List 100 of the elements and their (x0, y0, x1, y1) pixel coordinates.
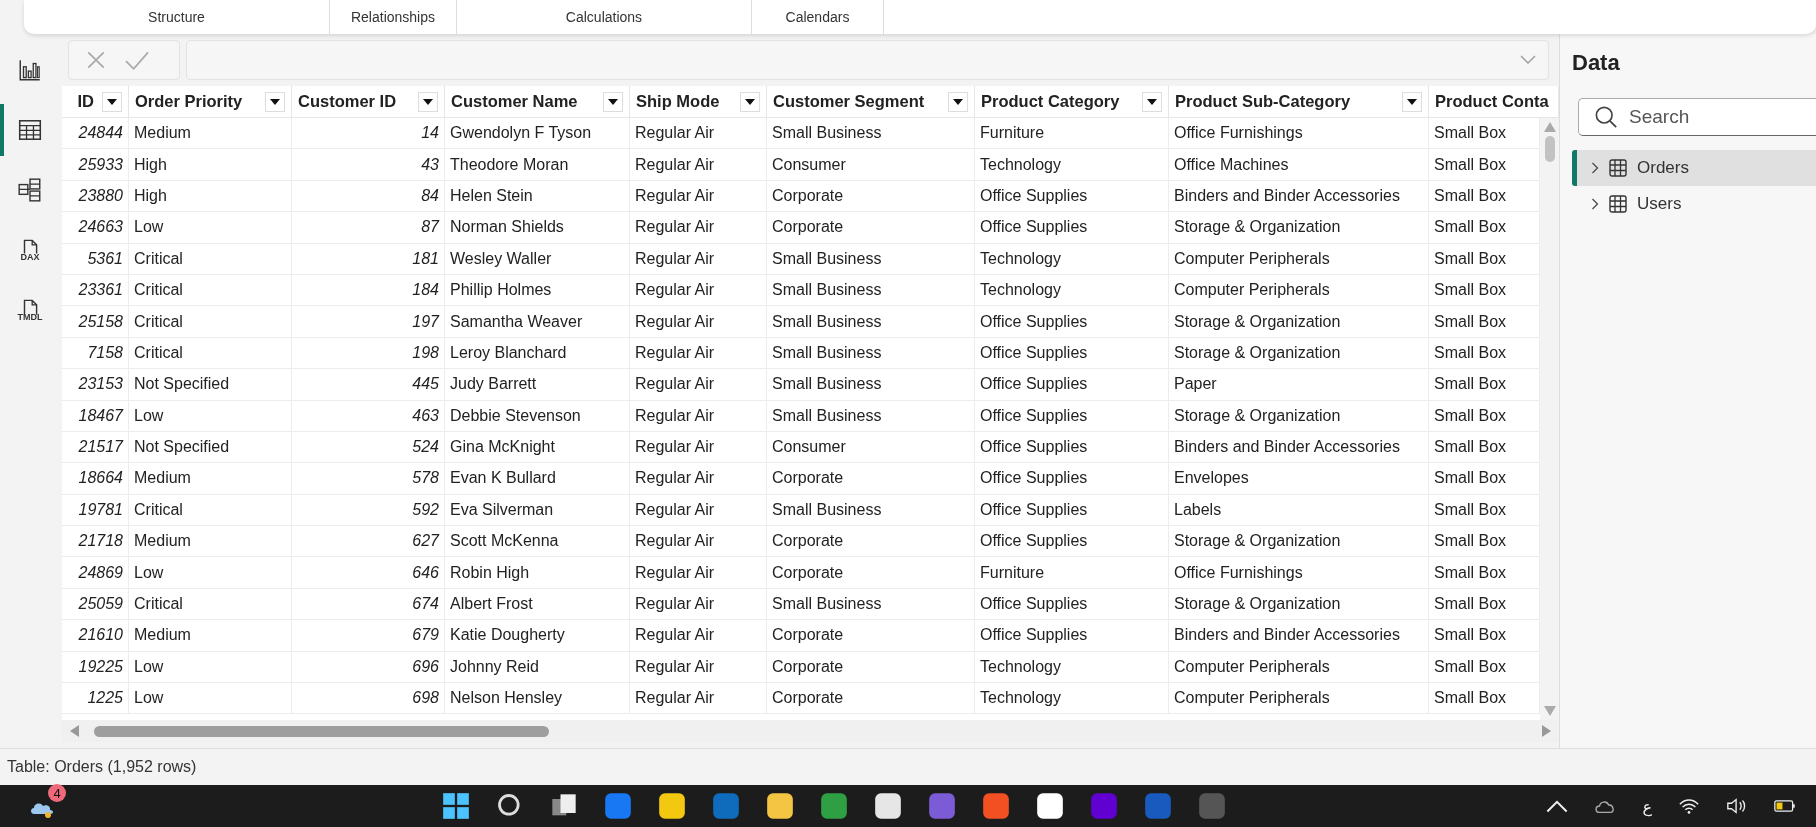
vertical-scrollbar[interactable] (1540, 118, 1559, 720)
table-cell: Not Specified (129, 369, 292, 400)
scrollbar-thumb[interactable] (94, 725, 549, 737)
ribbon-tab[interactable]: Relationships (330, 0, 457, 34)
ribbon-tab[interactable]: Structure (24, 0, 330, 34)
table-cell: Storage & Organization (1169, 306, 1429, 337)
table-cell: 25933 (62, 149, 129, 180)
app-icon[interactable] (1036, 792, 1064, 820)
table-cell: Helen Stein (445, 180, 630, 212)
table-cell: Technology (975, 149, 1169, 180)
battery-icon[interactable] (1774, 797, 1796, 815)
table-cell: Technology (975, 243, 1169, 274)
ribbon-tab[interactable]: Calculations (457, 0, 752, 34)
filter-dropdown-icon[interactable] (740, 91, 760, 112)
app-icon[interactable] (766, 792, 794, 820)
table-cell: High (129, 180, 292, 212)
filter-dropdown-icon[interactable] (418, 91, 438, 112)
column-header[interactable]: Customer Name (451, 92, 578, 111)
column-header[interactable]: Product Conta (1435, 92, 1549, 111)
table-cell: 23880 (62, 180, 129, 212)
column-header[interactable]: Product Category (981, 92, 1120, 111)
filter-dropdown-icon[interactable] (948, 91, 968, 112)
column-header[interactable]: Customer Segment (773, 92, 925, 111)
table-cell: Medium (129, 526, 292, 557)
table-cell: Critical (129, 494, 292, 526)
table-cell: Corporate (767, 620, 975, 651)
wifi-icon[interactable] (1678, 797, 1700, 815)
table-cell: Samantha Weaver (445, 306, 630, 337)
start-icon[interactable] (442, 792, 470, 820)
table-cell: Critical (129, 337, 292, 369)
table-cell: Phillip Holmes (445, 274, 630, 306)
table-cell: 25059 (62, 588, 129, 620)
column-header[interactable]: Customer ID (298, 92, 397, 111)
table-cell: Regular Air (630, 306, 767, 337)
table-cell: 19225 (62, 651, 129, 683)
table-cell: Critical (129, 306, 292, 337)
table-cell: 25158 (62, 306, 129, 337)
table-cell: 19781 (62, 494, 129, 526)
table-icon (17, 117, 43, 143)
table-cell: Computer Peripherals (1169, 274, 1429, 306)
table-cell: 5361 (62, 243, 129, 274)
table-cell: Office Supplies (975, 400, 1169, 431)
table-cell: Low (129, 683, 292, 714)
table-cell: Regular Air (630, 526, 767, 557)
table-cell: Not Specified (129, 431, 292, 463)
volume-icon[interactable] (1726, 797, 1748, 815)
chevron-right-icon[interactable] (1591, 198, 1599, 210)
filter-dropdown-icon[interactable] (102, 91, 122, 112)
table-item[interactable]: Orders (1572, 150, 1816, 186)
formula-input-field[interactable] (186, 40, 1549, 80)
table-cell: 23361 (62, 274, 129, 306)
filter-dropdown-icon[interactable] (603, 91, 623, 112)
table-cell: 7158 (62, 337, 129, 369)
chevron-down-icon[interactable] (1520, 55, 1536, 65)
view-button[interactable]: TMDL (0, 284, 60, 336)
app-icon[interactable] (658, 792, 686, 820)
table-cell: Corporate (767, 526, 975, 557)
column-header[interactable]: Order Priority (135, 92, 243, 111)
filter-dropdown-icon[interactable] (1402, 91, 1422, 112)
column-header[interactable]: Ship Mode (636, 92, 720, 111)
table-cell: Evan K Bullard (445, 463, 630, 494)
filter-dropdown-icon[interactable] (1142, 91, 1162, 112)
search-field[interactable]: Search (1578, 98, 1816, 136)
table-cell: 43 (292, 149, 445, 180)
table-icon (1609, 159, 1627, 177)
table-item[interactable]: Users (1572, 186, 1816, 222)
scrollbar-thumb[interactable] (1544, 136, 1555, 162)
table-cell: 21718 (62, 526, 129, 557)
table-cell: Critical (129, 588, 292, 620)
search-icon (1594, 105, 1618, 129)
table-cell: Binders and Binder Accessories (1169, 431, 1429, 463)
table-cell: Low (129, 400, 292, 431)
table-cell: Corporate (767, 651, 975, 683)
table-cell: Computer Peripherals (1169, 243, 1429, 274)
table-cell: Envelopes (1169, 463, 1429, 494)
table-cell: 524 (292, 431, 445, 463)
table-cell: Regular Air (630, 369, 767, 400)
table-cell: Regular Air (630, 212, 767, 243)
table-cell: Katie Dougherty (445, 620, 630, 651)
table-cell: Robin High (445, 557, 630, 588)
column-header[interactable]: Product Sub-Category (1175, 92, 1351, 111)
table-cell: Office Supplies (975, 620, 1169, 651)
column-header[interactable]: ID (77, 92, 94, 111)
language-indicator[interactable]: ع (1642, 796, 1652, 816)
table-cell: Regular Air (630, 494, 767, 526)
icon-label: DAX (20, 252, 40, 262)
table-cell: 23153 (62, 369, 129, 400)
table-cell: Small Business (767, 400, 975, 431)
view-button[interactable]: DAX (0, 224, 60, 276)
pane-title: Data (1572, 50, 1621, 76)
check-icon[interactable] (123, 49, 151, 71)
filter-dropdown-icon[interactable] (265, 91, 285, 112)
table-cell: Regular Air (630, 274, 767, 306)
table-cell: Medium (129, 463, 292, 494)
app-icon[interactable] (874, 792, 902, 820)
table-cell: Office Supplies (975, 526, 1169, 557)
table-cell: 592 (292, 494, 445, 526)
table-cell: 184 (292, 274, 445, 306)
chevron-right-icon[interactable] (1591, 162, 1599, 174)
ribbon-tab[interactable]: Calendars (752, 0, 884, 34)
